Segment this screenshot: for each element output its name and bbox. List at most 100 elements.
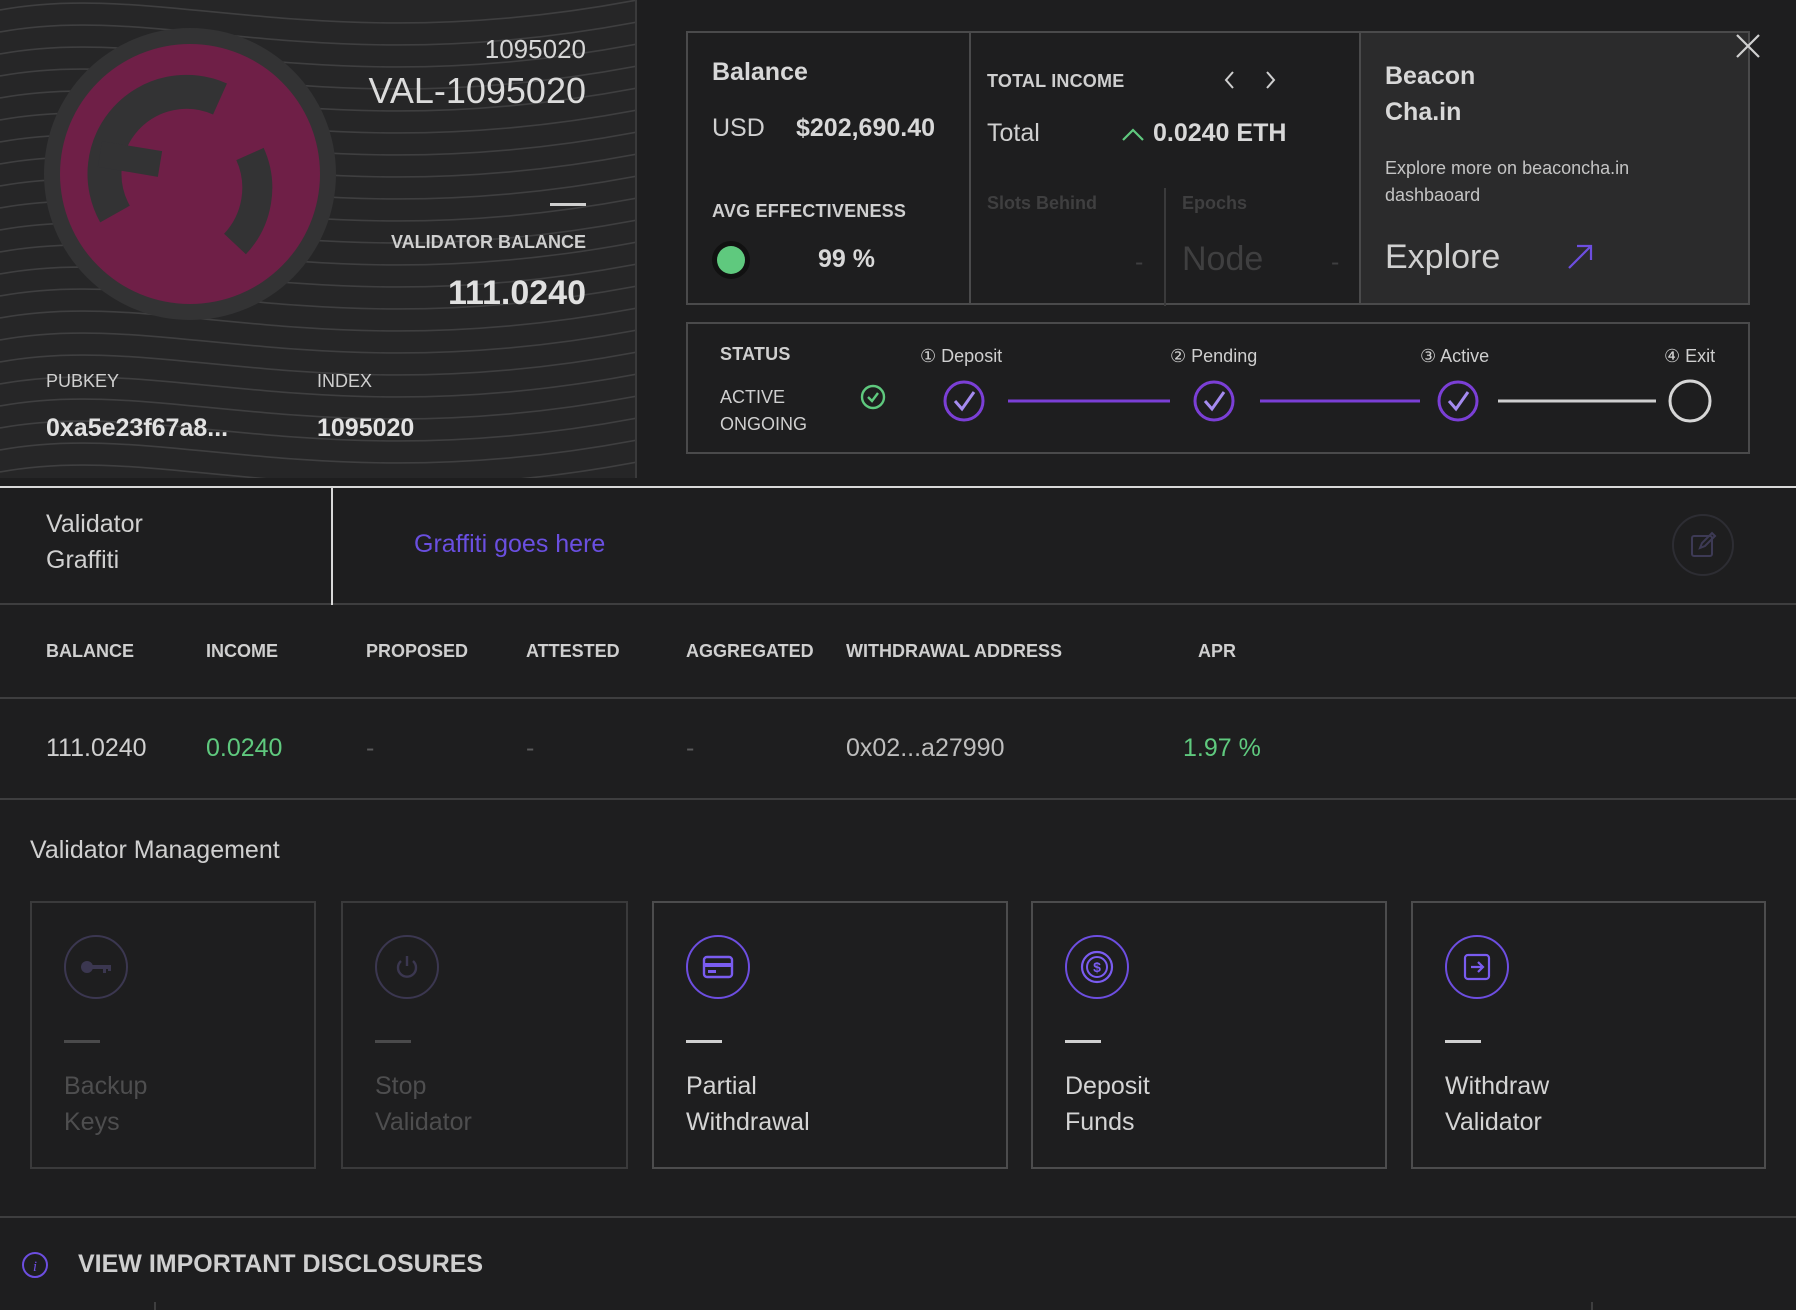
col-withdrawal-address: WITHDRAWAL ADDRESS	[846, 641, 1062, 661]
partial-withdrawal-label: Partial Withdrawal	[686, 1068, 810, 1140]
epochs-label: Epochs	[1182, 193, 1248, 213]
edit-graffiti-button[interactable]	[1672, 514, 1734, 576]
cell-proposed: -	[366, 734, 375, 762]
stop-validator-button[interactable]: Stop Validator	[341, 901, 628, 1169]
disclosures-footer: i VIEW IMPORTANT DISCLOSURES	[0, 1216, 1796, 1310]
beacon-title-line1: Beacon	[1385, 62, 1476, 90]
graffiti-value[interactable]: Graffiti goes here	[414, 530, 605, 559]
epochs-node-label: Node	[1182, 240, 1264, 278]
cell-apr: 1.97 %	[1183, 734, 1261, 762]
slots-behind-label: Slots Behind	[987, 193, 1098, 213]
withdraw-validator-divider	[1445, 1040, 1481, 1043]
power-icon	[375, 935, 439, 999]
cell-withdrawal-address[interactable]: 0x02...a27990	[846, 734, 1004, 763]
withdraw-validator-button[interactable]: Withdraw Validator	[1411, 901, 1766, 1169]
withdraw-validator-line1: Withdraw	[1445, 1072, 1550, 1100]
svg-text:$: $	[1093, 959, 1101, 975]
card-index-number: 1095020	[484, 34, 586, 64]
col-balance: BALANCE	[46, 641, 134, 661]
col-attested: ATTESTED	[526, 641, 620, 661]
svg-text:i: i	[33, 1259, 37, 1275]
footer-tick-left	[154, 1302, 156, 1310]
validator-table-header: BALANCE INCOME PROPOSED ATTESTED AGGREGA…	[0, 605, 1796, 699]
stop-validator-line1: Stop	[375, 1072, 427, 1100]
backup-keys-divider	[64, 1040, 100, 1043]
partial-withdrawal-line1: Partial	[686, 1072, 757, 1100]
info-icon: i	[20, 1250, 50, 1280]
graffiti-label-line2: Graffiti	[46, 546, 120, 574]
beacon-title: Beacon Cha.in	[1385, 58, 1475, 130]
cell-income: 0.0240	[206, 734, 283, 762]
total-label: Total	[987, 119, 1040, 147]
backup-keys-line2: Keys	[64, 1108, 120, 1136]
avatar-logo	[60, 44, 320, 304]
income-section: TOTAL INCOME Total 0.0240 ETH Slots Behi…	[971, 33, 1361, 306]
balance-currency: USD	[712, 114, 765, 142]
epochs-value: -	[1331, 248, 1340, 276]
validator-management-title: Validator Management	[30, 836, 280, 864]
explore-label: Explore	[1385, 238, 1501, 276]
prev-arrow-icon[interactable]	[1219, 67, 1241, 93]
beacon-title-line2: Cha.in	[1385, 98, 1462, 126]
stop-validator-label: Stop Validator	[375, 1068, 472, 1140]
stop-validator-line2: Validator	[375, 1108, 472, 1136]
deposit-funds-button[interactable]: $ Deposit Funds	[1031, 901, 1387, 1169]
partial-withdrawal-divider	[686, 1040, 722, 1043]
step-exit-circle-icon	[1668, 379, 1712, 423]
status-progress-track	[943, 379, 1712, 423]
total-income-value: 0.0240 ETH	[1153, 119, 1287, 147]
deposit-funds-line2: Funds	[1065, 1108, 1135, 1136]
card-validator-name: VAL-1095020	[368, 70, 586, 111]
close-icon[interactable]	[1732, 30, 1764, 62]
index-label: INDEX	[317, 371, 373, 391]
key-icon	[64, 935, 128, 999]
beaconchain-section: Beacon Cha.in Explore more on beaconcha.…	[1361, 33, 1748, 303]
step-active-check-icon	[1437, 380, 1479, 422]
withdraw-validator-line2: Validator	[1445, 1108, 1542, 1136]
beacon-description: Explore more on beaconcha.in dashbaoard	[1385, 155, 1629, 209]
col-aggregated: AGGREGATED	[686, 641, 814, 661]
deposit-funds-label: Deposit Funds	[1065, 1068, 1150, 1140]
arrow-up-right-icon	[1565, 242, 1595, 272]
summary-panel: Balance USD $202,690.40 AVG EFFECTIVENES…	[686, 31, 1750, 306]
col-proposed: PROPOSED	[366, 641, 469, 661]
status-panel: STATUS ACTIVE ONGOING ① Deposit ② Pendin…	[686, 322, 1750, 454]
pubkey-value[interactable]: 0xa5e23f67a8...	[46, 414, 228, 443]
avg-effectiveness-label: AVG EFFECTIVENESS	[712, 201, 907, 221]
income-divider	[1164, 188, 1166, 306]
graffiti-label: Validator Graffiti	[46, 506, 143, 578]
cell-aggregated: -	[686, 734, 695, 762]
index-value: 1095020	[317, 414, 415, 442]
validator-details-page: 1095020 VAL-1095020 VALIDATOR BALANCE 11…	[0, 0, 1796, 1310]
step-pending-check-icon	[1193, 380, 1235, 422]
balance-section: Balance USD $202,690.40 AVG EFFECTIVENES…	[688, 33, 971, 303]
explore-link[interactable]: Explore	[1385, 238, 1615, 284]
backup-keys-button[interactable]: Backup Keys	[30, 901, 316, 1169]
col-income: INCOME	[206, 641, 278, 661]
balance-usd-value: $202,690.40	[796, 114, 936, 142]
footer-tick-right	[1591, 1302, 1593, 1310]
dollar-coin-icon: $	[1065, 935, 1129, 999]
view-disclosures-link[interactable]: VIEW IMPORTANT DISCLOSURES	[78, 1250, 483, 1279]
table-row: 111.0240 0.0240 - - - 0x02...a27990 1.97…	[0, 699, 1796, 800]
graffiti-divider	[331, 486, 333, 605]
cell-attested: -	[526, 734, 535, 762]
avg-effectiveness-value: 99 %	[818, 245, 875, 273]
exit-arrow-icon	[1445, 935, 1509, 999]
validator-card: 1095020 VAL-1095020 VALIDATOR BALANCE 11…	[0, 0, 637, 478]
trend-up-icon	[1121, 125, 1145, 145]
cell-balance: 111.0240	[46, 734, 147, 762]
partial-withdrawal-button[interactable]: Partial Withdrawal	[652, 901, 1008, 1169]
total-income-label: TOTAL INCOME	[987, 71, 1125, 91]
validator-balance-label: VALIDATOR BALANCE	[391, 232, 586, 252]
slots-behind-value: -	[1135, 248, 1144, 276]
edit-icon	[1691, 531, 1717, 557]
next-arrow-icon[interactable]	[1259, 67, 1281, 93]
deposit-funds-line1: Deposit	[1065, 1072, 1150, 1100]
pubkey-label: PUBKEY	[46, 371, 120, 391]
balance-title: Balance	[712, 58, 808, 86]
validator-balance-value: 111.0240	[447, 274, 586, 312]
backup-keys-label: Backup Keys	[64, 1068, 147, 1140]
stop-validator-divider	[375, 1040, 411, 1043]
avatar-emblem-icon	[87, 74, 273, 255]
